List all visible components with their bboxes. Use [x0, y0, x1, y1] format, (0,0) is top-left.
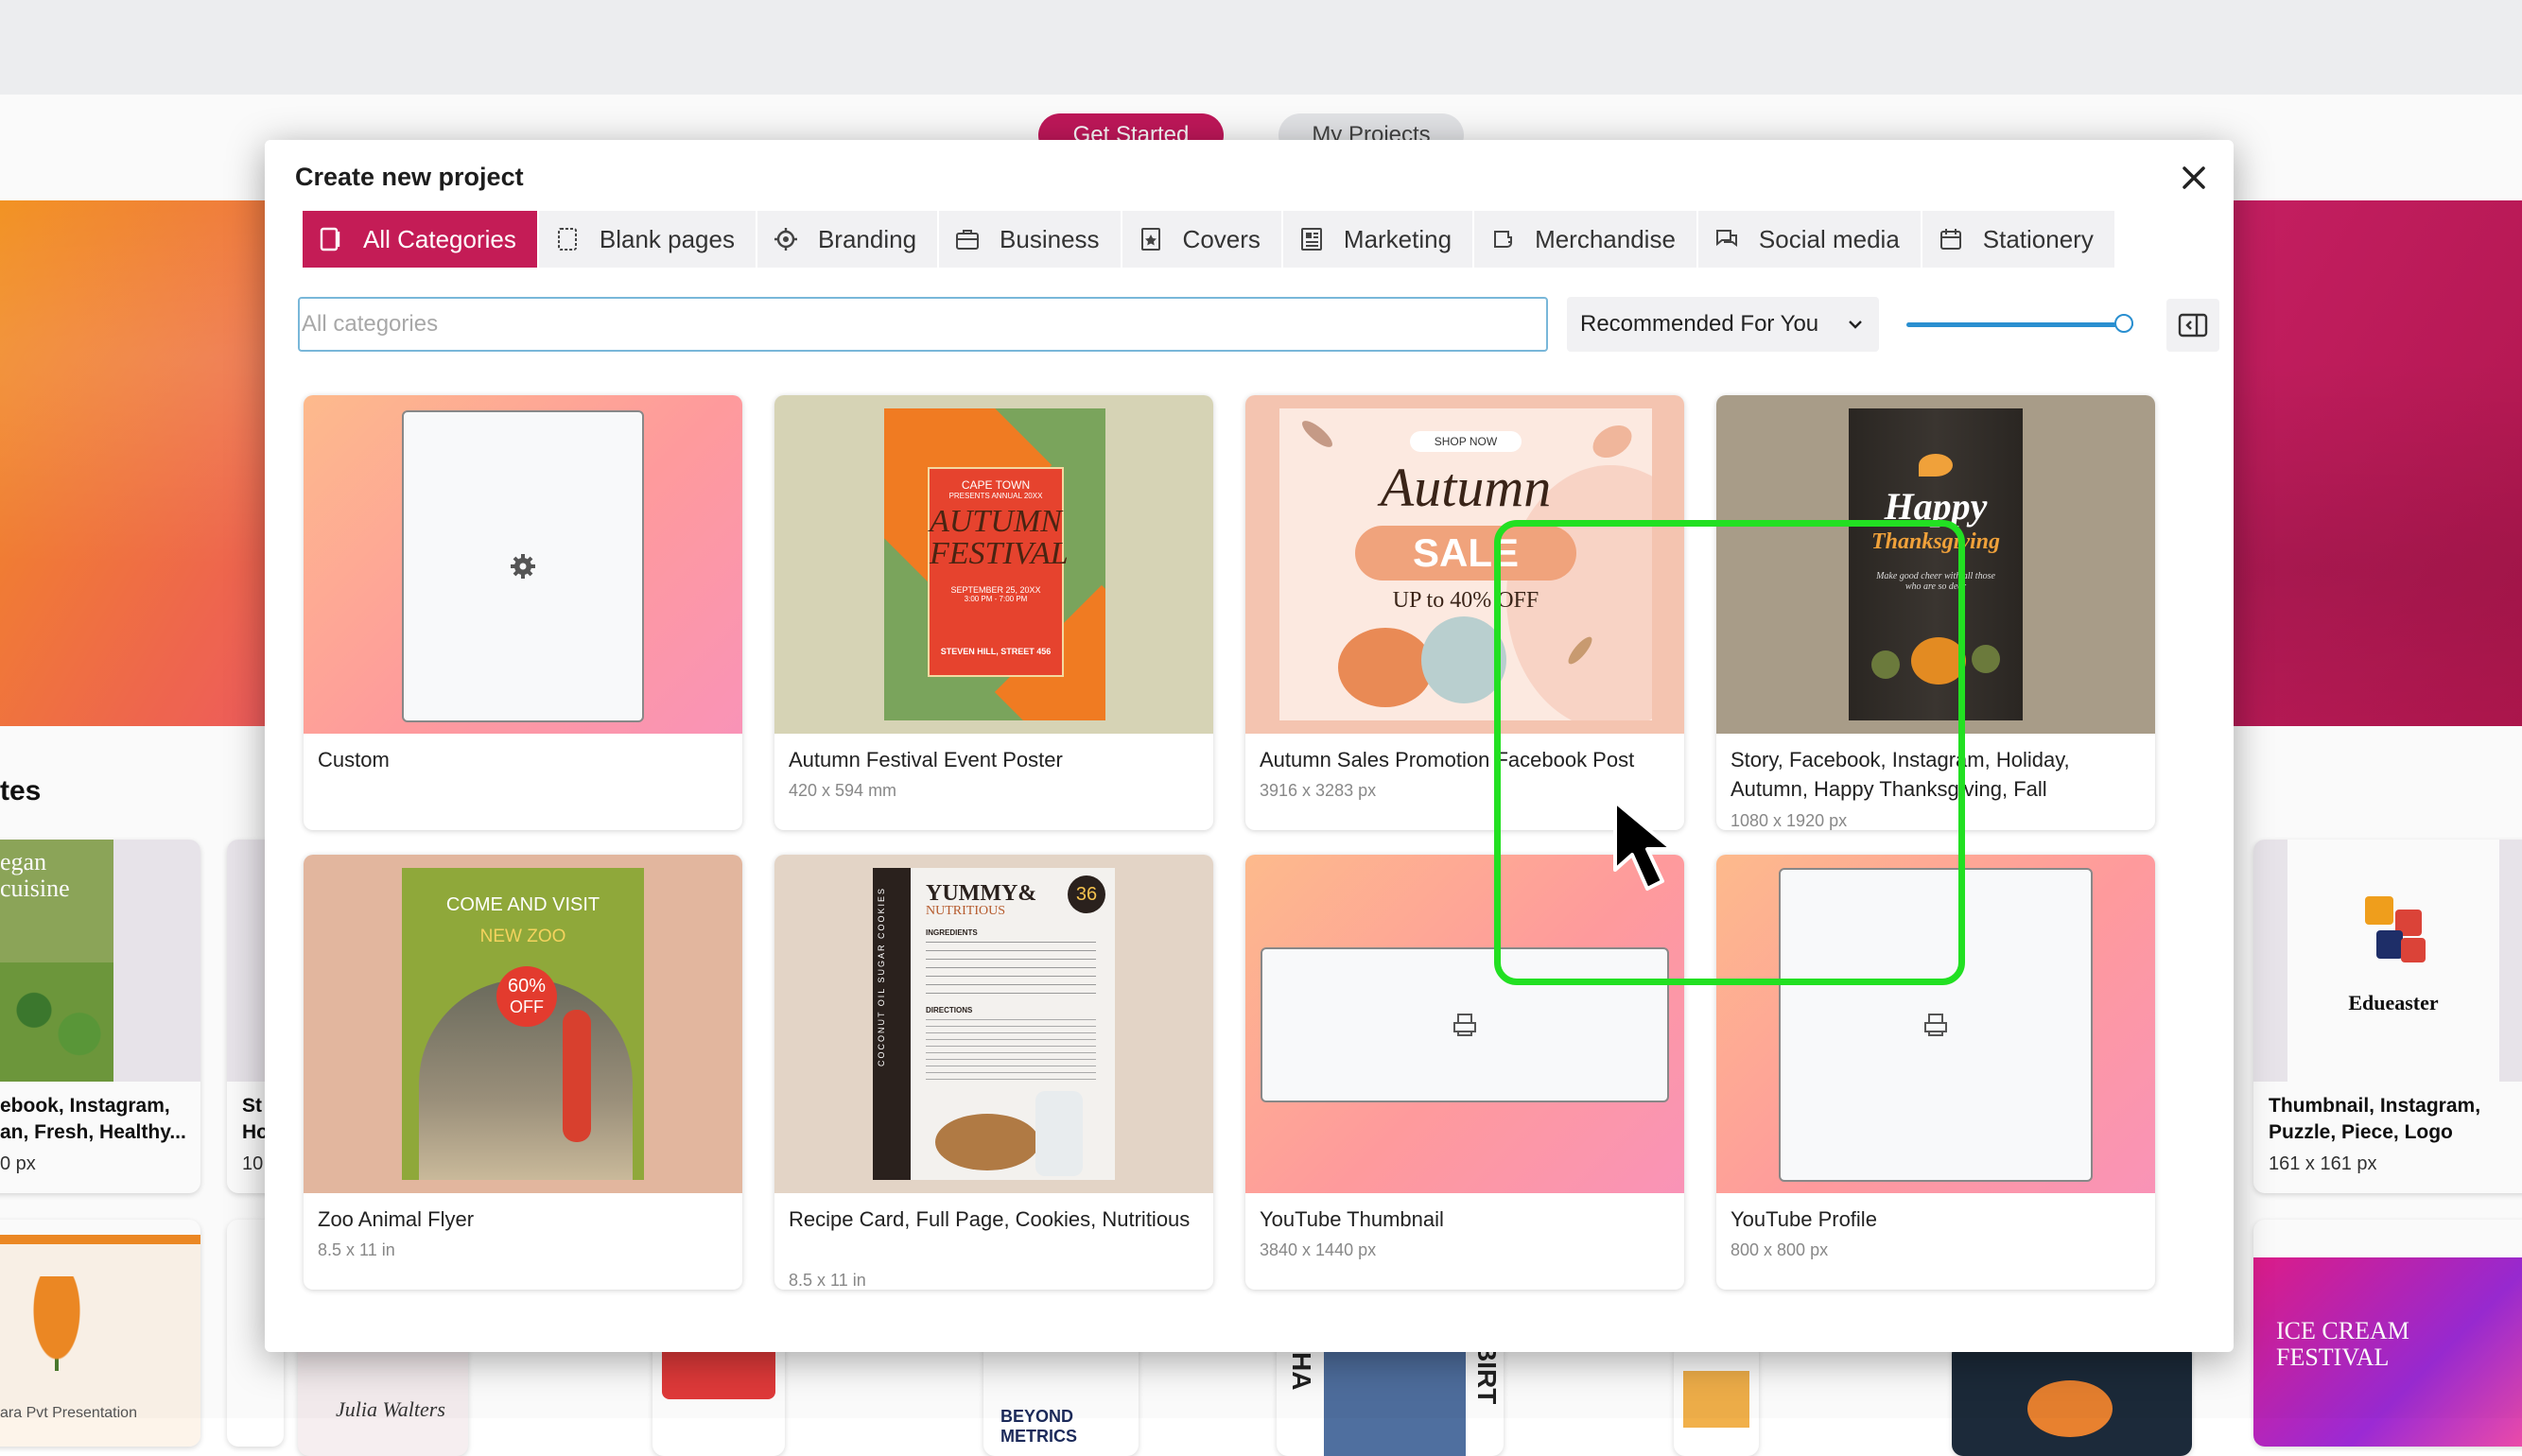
modal-title: Create new project	[295, 163, 524, 191]
blank-page-icon	[554, 226, 581, 252]
slider-handle[interactable]	[2114, 314, 2133, 333]
blank-canvas	[1779, 868, 2093, 1182]
festival-poster: CAPE TOWN PRESENTS ANNUAL 20XX AUTUMN FE…	[884, 408, 1105, 720]
briefcase-icon	[954, 226, 981, 252]
template-card-custom[interactable]: Custom	[304, 395, 742, 830]
card-thumbnail: CAPE TOWN PRESENTS ANNUAL 20XX AUTUMN FE…	[774, 395, 1213, 734]
card-thumbnail: Happy Thanksgiving Make good cheer with …	[1716, 395, 2155, 734]
tab-all-categories[interactable]: All Categories	[303, 211, 539, 268]
categories-icon	[318, 226, 344, 252]
zoom-slider[interactable]	[1906, 314, 2133, 335]
card-title: Story, Facebook, Instagram, Holiday, Aut…	[1731, 748, 2070, 801]
blank-canvas	[1261, 947, 1669, 1102]
branding-icon	[773, 226, 799, 252]
card-dimensions: 420 x 594 mm	[789, 781, 897, 800]
mouse-cursor-icon	[1613, 800, 1674, 891]
card-title: Zoo Animal Flyer	[318, 1207, 475, 1231]
sale-poster: SHOP NOW Autumn SALE UP to 40% OFF	[1279, 408, 1652, 720]
zoo-poster: COME AND VISIT NEW ZOO 60% OFF	[402, 868, 644, 1180]
printer-icon	[1924, 1014, 1947, 1036]
tab-social-media[interactable]: Social media	[1698, 211, 1922, 268]
card-thumbnail: COCONUT OIL SUGAR COOKIES YUMMY& NUTRITI…	[774, 855, 1213, 1193]
slider-track	[1906, 322, 2133, 327]
card-dimensions: 800 x 800 px	[1731, 1240, 1829, 1259]
tab-business[interactable]: Business	[939, 211, 1122, 268]
thanksgiving-poster: Happy Thanksgiving Make good cheer with …	[1849, 408, 2023, 720]
card-thumbnail	[1716, 855, 2155, 1193]
tab-branding[interactable]: Branding	[757, 211, 940, 268]
category-tabs: All Categories Blank pages Branding Busi…	[303, 211, 2116, 268]
tab-marketing[interactable]: Marketing	[1283, 211, 1475, 268]
stationery-icon	[1938, 226, 1964, 252]
cover-icon	[1138, 226, 1164, 252]
blank-canvas	[402, 410, 644, 722]
tab-stationery[interactable]: Stationery	[1922, 211, 2116, 268]
sort-selected-label: Recommended For You	[1580, 311, 1819, 337]
card-dimensions: 1080 x 1920 px	[1731, 811, 1848, 830]
tab-covers[interactable]: Covers	[1122, 211, 1283, 268]
card-dimensions: 3840 x 1440 px	[1260, 1240, 1377, 1259]
card-title: Autumn Festival Event Poster	[789, 748, 1063, 771]
marketing-icon	[1298, 226, 1325, 252]
card-dimensions: 8.5 x 11 in	[789, 1271, 866, 1290]
card-title: YouTube Profile	[1731, 1207, 1877, 1231]
template-card-thanksgiving[interactable]: Happy Thanksgiving Make good cheer with …	[1716, 395, 2155, 830]
card-dimensions: 3916 x 3283 px	[1260, 781, 1377, 800]
tab-merchandise[interactable]: Merchandise	[1474, 211, 1698, 268]
template-card-autumn-festival[interactable]: CAPE TOWN PRESENTS ANNUAL 20XX AUTUMN FE…	[774, 395, 1213, 830]
template-card-recipe[interactable]: COCONUT OIL SUGAR COOKIES YUMMY& NUTRITI…	[774, 855, 1213, 1290]
card-dimensions: 8.5 x 11 in	[318, 1240, 395, 1259]
template-card-autumn-sale[interactable]: SHOP NOW Autumn SALE UP to 40% OFF Autum…	[1245, 395, 1684, 830]
printer-icon	[1453, 1014, 1476, 1036]
close-icon[interactable]	[2175, 159, 2213, 197]
create-project-modal: Create new project All Categories Blank …	[265, 140, 2234, 1352]
card-thumbnail	[304, 395, 742, 734]
card-thumbnail: COME AND VISIT NEW ZOO 60% OFF	[304, 855, 742, 1193]
sort-dropdown[interactable]: Recommended For You	[1567, 297, 1879, 352]
card-title: Autumn Sales Promotion Facebook Post	[1260, 748, 1635, 771]
toggle-view-button[interactable]	[2166, 299, 2219, 352]
chevron-down-icon	[1849, 321, 1862, 329]
tab-blank-pages[interactable]: Blank pages	[539, 211, 757, 268]
search-input[interactable]	[298, 297, 1548, 352]
template-card-youtube-thumbnail[interactable]: YouTube Thumbnail 3840 x 1440 px	[1245, 855, 1684, 1290]
social-media-icon	[1713, 226, 1740, 252]
template-card-youtube-profile[interactable]: YouTube Profile 800 x 800 px	[1716, 855, 2155, 1290]
recipe-poster: COCONUT OIL SUGAR COOKIES YUMMY& NUTRITI…	[873, 868, 1115, 1180]
card-title: Custom	[318, 748, 390, 771]
gear-icon	[511, 554, 535, 579]
panel-toggle-icon	[2178, 313, 2208, 338]
card-title: YouTube Thumbnail	[1260, 1207, 1444, 1231]
card-thumbnail: SHOP NOW Autumn SALE UP to 40% OFF	[1245, 395, 1684, 734]
merchandise-icon	[1489, 226, 1516, 252]
template-card-zoo-flyer[interactable]: COME AND VISIT NEW ZOO 60% OFF Zoo Anima…	[304, 855, 742, 1290]
card-title: Recipe Card, Full Page, Cookies, Nutriti…	[789, 1207, 1191, 1231]
